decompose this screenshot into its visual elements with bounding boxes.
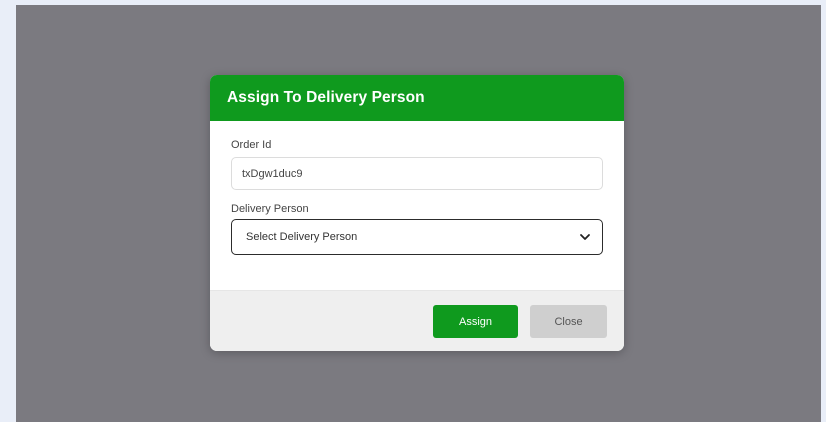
assign-button[interactable]: Assign (433, 305, 518, 338)
delivery-person-select[interactable]: Select Delivery Person (231, 219, 603, 255)
modal-body: Order Id Delivery Person * Select Delive… (210, 121, 624, 291)
delivery-person-select-value[interactable]: Select Delivery Person (231, 219, 603, 255)
chevron-down-icon (580, 234, 590, 240)
modal-header: Assign To Delivery Person (210, 75, 624, 121)
close-button[interactable]: Close (530, 305, 607, 338)
order-id-input[interactable] (231, 157, 603, 190)
modal-title: Assign To Delivery Person (227, 89, 425, 106)
page: Assign To Delivery Person Order Id Deliv… (0, 0, 826, 422)
assign-delivery-modal: Assign To Delivery Person Order Id Deliv… (210, 75, 624, 351)
delivery-person-label: Delivery Person (231, 203, 309, 215)
order-id-label: Order Id (231, 139, 272, 151)
modal-footer: Assign Close (210, 290, 624, 351)
